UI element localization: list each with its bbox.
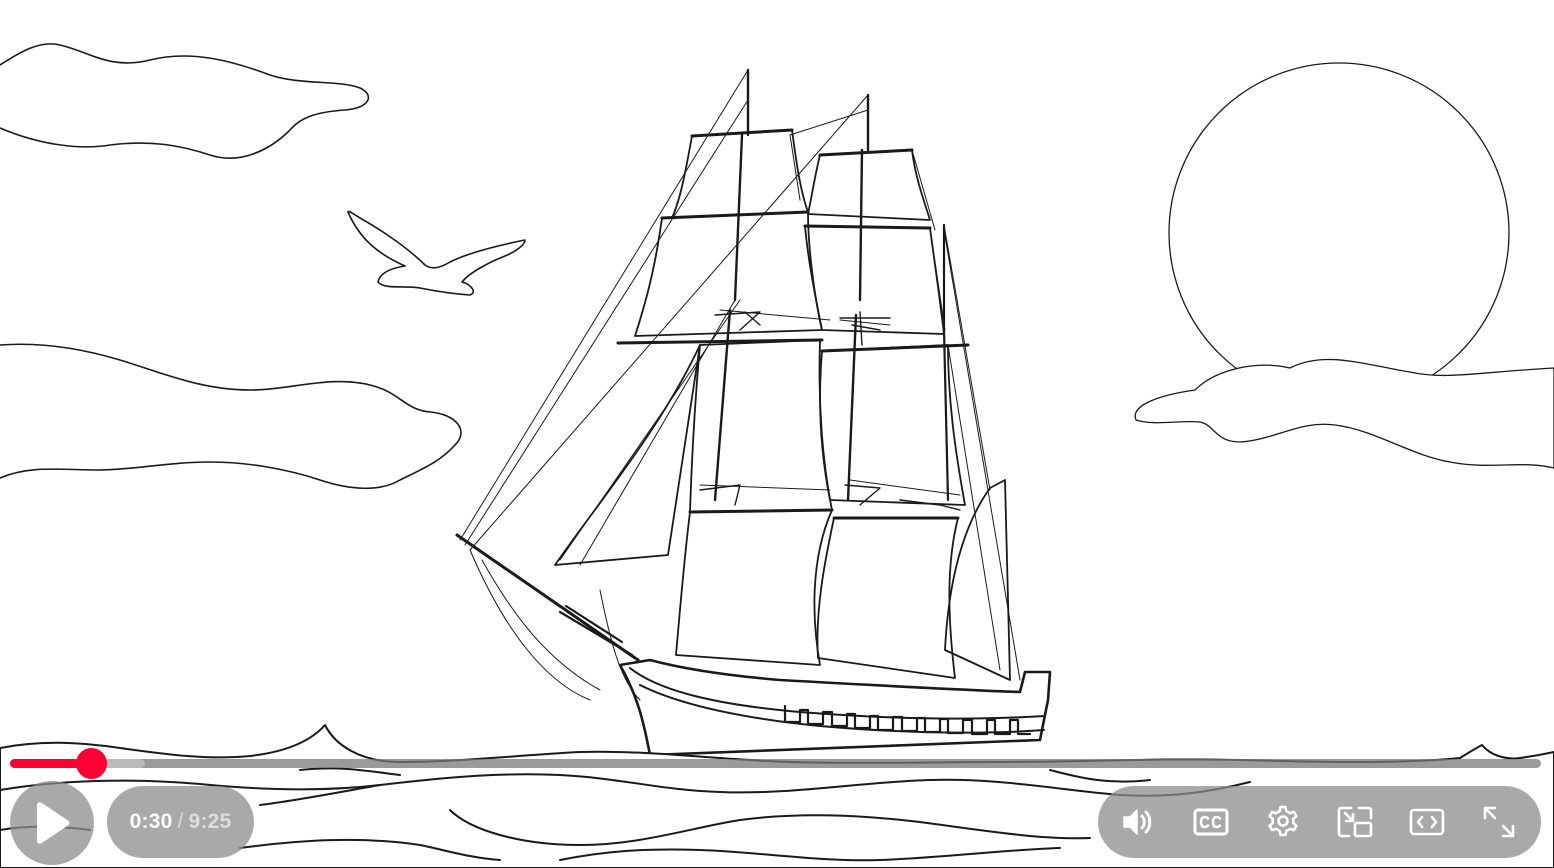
progress-scrubber-handle[interactable] [76, 748, 108, 779]
cloud-middle-left-drawing [0, 343, 462, 490]
main-sails-drawing [804, 149, 966, 679]
play-button[interactable] [10, 781, 94, 865]
miniplayer-button[interactable] [1337, 804, 1373, 840]
mainmast-drawing [846, 93, 870, 502]
current-time: 0:30 [129, 810, 173, 833]
play-icon [37, 802, 70, 844]
time-separator: / [177, 810, 184, 833]
progress-track[interactable] [10, 759, 1541, 768]
seagull-drawing [347, 210, 526, 296]
fore-sails-drawing [634, 129, 833, 666]
cloud-right-drawing [1134, 358, 1554, 469]
fullscreen-icon [1483, 806, 1515, 838]
jib-sails-drawing [554, 344, 1011, 681]
duration-time: 9:25 [188, 810, 232, 833]
sun-drawing [1168, 62, 1510, 404]
theater-mode-icon [1409, 808, 1445, 836]
settings-button[interactable] [1265, 804, 1301, 840]
miniplayer-icon [1337, 806, 1373, 838]
volume-icon [1123, 809, 1152, 835]
captions-button[interactable] [1193, 804, 1229, 840]
time-display: 0:30 / 9:25 [107, 786, 254, 858]
theater-mode-button[interactable] [1409, 804, 1445, 840]
video-player[interactable]: 0:30 / 9:25 [0, 0, 1554, 868]
closed-captions-icon [1193, 808, 1229, 836]
gear-icon [1268, 805, 1298, 837]
video-frame[interactable] [0, 0, 1554, 868]
volume-button[interactable] [1120, 804, 1156, 840]
right-controls [1098, 786, 1541, 858]
fullscreen-button[interactable] [1481, 804, 1517, 840]
cloud-top-left-drawing [0, 43, 370, 159]
progress-bar[interactable] [10, 748, 1541, 779]
